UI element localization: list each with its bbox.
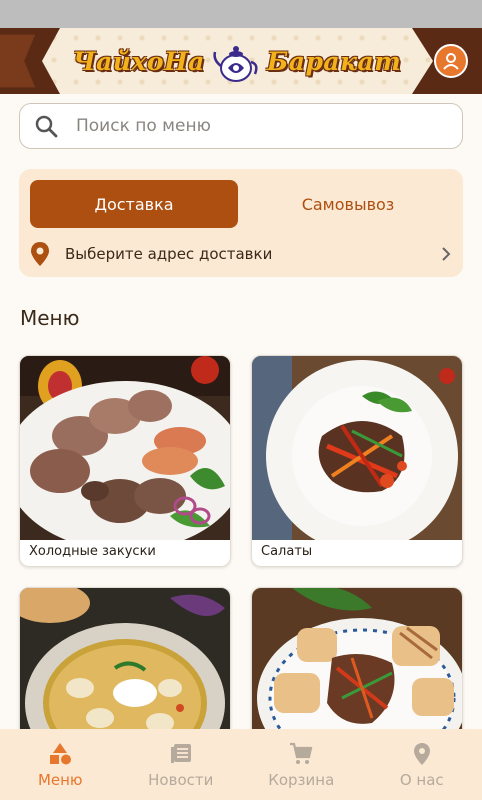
- chevron-right-icon: [442, 247, 451, 261]
- tab-pickup[interactable]: Самовывоз: [244, 180, 452, 228]
- cart-icon: [290, 742, 313, 764]
- logo-word-left: ЧайхоНа: [72, 46, 205, 76]
- status-bar: [0, 0, 482, 28]
- bottom-navigation: Меню Новости Корзина О нас: [0, 729, 482, 800]
- location-pin-icon: [31, 242, 49, 266]
- search-icon: [35, 115, 58, 138]
- category-image: [20, 356, 230, 540]
- tab-delivery[interactable]: Доставка: [30, 180, 238, 228]
- category-label: Холодные закуски: [29, 544, 156, 559]
- logo: ЧайхоНа Баракат: [62, 34, 412, 88]
- nav-cart-label: Корзина: [268, 770, 335, 789]
- nav-cart[interactable]: Корзина: [241, 729, 362, 800]
- shapes-icon: [50, 742, 72, 764]
- logo-word-right: Баракат: [266, 46, 402, 76]
- menu-heading: Меню: [20, 306, 80, 330]
- teapot-icon: [213, 46, 258, 82]
- nav-news[interactable]: Новости: [121, 729, 242, 800]
- nav-about-label: О нас: [399, 770, 444, 789]
- category-label: Салаты: [261, 544, 313, 559]
- news-icon: [170, 743, 191, 763]
- category-card-cold-appetizers[interactable]: Холодные закуски: [19, 355, 231, 567]
- delivery-panel: Доставка Самовывоз Выберите адрес достав…: [19, 169, 463, 277]
- nav-news-label: Новости: [148, 770, 214, 789]
- nav-menu[interactable]: Меню: [0, 729, 121, 800]
- search-input[interactable]: [76, 116, 436, 136]
- category-image: [252, 356, 462, 540]
- address-prompt: Выберите адрес доставки: [65, 245, 273, 263]
- profile-button[interactable]: [434, 44, 468, 78]
- user-icon: [443, 53, 459, 70]
- address-selector[interactable]: Выберите адрес доставки: [29, 239, 453, 269]
- nav-menu-label: Меню: [37, 770, 83, 789]
- app-header: ЧайхоНа Баракат: [0, 28, 482, 94]
- location-pin-icon: [413, 742, 430, 765]
- category-card-salads[interactable]: Салаты: [251, 355, 463, 567]
- nav-about[interactable]: О нас: [362, 729, 482, 800]
- search-bar[interactable]: [19, 103, 463, 149]
